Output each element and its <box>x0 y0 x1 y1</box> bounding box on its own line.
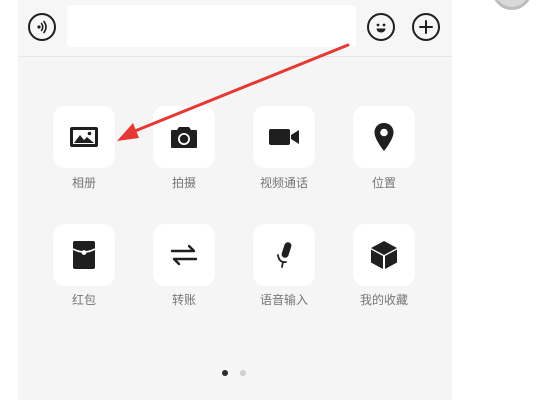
location-label: 位置 <box>371 176 396 190</box>
transfer-icon <box>170 244 198 266</box>
transfer-button[interactable] <box>153 224 215 286</box>
transfer-label: 转账 <box>171 293 196 307</box>
favorites-icon <box>371 241 397 269</box>
voice-icon <box>37 20 47 34</box>
favorites-label: 我的收藏 <box>359 293 408 307</box>
red-packet-button[interactable] <box>53 224 115 286</box>
page-dot-active <box>222 370 228 376</box>
video-call-label: 视频通话 <box>259 176 308 190</box>
voice-input-icon <box>277 242 292 268</box>
emoji-button[interactable] <box>367 13 395 41</box>
page-dot <box>240 370 246 376</box>
video-call-icon <box>269 129 299 145</box>
camera-button[interactable] <box>153 106 215 168</box>
plus-icon <box>419 20 433 34</box>
video-call-button[interactable] <box>253 106 315 168</box>
red-packet-icon <box>72 241 96 269</box>
emoji-icon <box>376 23 386 33</box>
side-background <box>452 0 550 400</box>
camera-label: 拍摄 <box>171 176 196 190</box>
location-button[interactable] <box>353 106 415 168</box>
message-input[interactable] <box>67 5 356 47</box>
location-icon <box>374 123 394 151</box>
voice-input-button[interactable] <box>253 224 315 286</box>
album-icon <box>70 127 98 147</box>
album-button[interactable] <box>53 106 115 168</box>
camera-icon <box>171 127 197 148</box>
voice-input-label: 语音输入 <box>259 293 308 307</box>
red-packet-label: 红包 <box>71 293 96 307</box>
plus-button[interactable] <box>412 13 440 41</box>
voice-button[interactable] <box>28 13 56 41</box>
favorites-button[interactable] <box>353 224 415 286</box>
album-label: 相册 <box>71 176 96 190</box>
